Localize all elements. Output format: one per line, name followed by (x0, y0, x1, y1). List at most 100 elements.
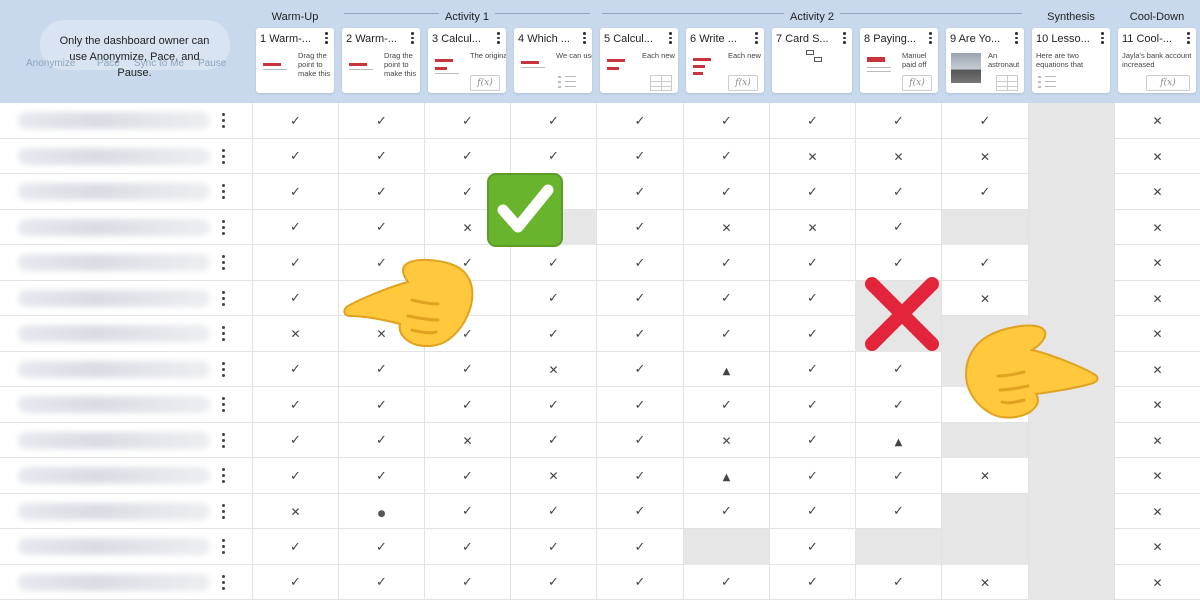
progress-cell[interactable] (510, 458, 596, 494)
progress-cell[interactable] (424, 103, 510, 139)
screen-card-2[interactable]: 2 Warm-... Drag the point to make this (342, 28, 420, 93)
anonymized-student-name[interactable] (18, 573, 210, 591)
progress-cell[interactable] (769, 529, 855, 565)
more-vertical-icon[interactable] (583, 32, 587, 45)
progress-cell[interactable] (941, 422, 1028, 458)
sync-to-me-control[interactable]: Sync to Me (134, 58, 184, 69)
anonymized-student-name[interactable] (18, 467, 210, 484)
screen-card-5[interactable]: 5 Calcul... Each new (600, 28, 678, 93)
progress-cell[interactable] (338, 458, 424, 494)
progress-cell[interactable] (683, 493, 769, 529)
student-more-icon[interactable] (222, 255, 226, 271)
progress-cell[interactable] (683, 174, 769, 210)
progress-cell[interactable] (683, 138, 769, 174)
anonymized-student-name[interactable] (18, 431, 210, 449)
progress-cell[interactable] (424, 564, 510, 600)
student-more-icon[interactable] (222, 184, 226, 200)
student-more-icon[interactable] (222, 468, 226, 484)
progress-cell[interactable] (510, 138, 596, 174)
anonymized-student-name[interactable] (18, 112, 210, 129)
progress-cell[interactable] (683, 564, 769, 600)
progress-cell[interactable] (252, 138, 338, 174)
progress-cell[interactable] (855, 387, 941, 423)
progress-cell[interactable] (683, 422, 769, 458)
progress-cell[interactable] (252, 458, 338, 494)
anonymized-student-name[interactable] (18, 218, 210, 236)
progress-cell[interactable] (338, 103, 424, 139)
progress-cell[interactable] (769, 422, 855, 458)
anonymized-student-name[interactable] (18, 538, 210, 555)
progress-cell[interactable] (596, 103, 683, 139)
progress-cell[interactable] (596, 174, 683, 210)
student-more-icon[interactable] (222, 539, 226, 555)
progress-cell[interactable] (252, 280, 338, 316)
progress-cell[interactable] (252, 209, 338, 245)
progress-cell[interactable] (683, 529, 769, 565)
progress-cell[interactable] (769, 493, 855, 529)
progress-cell[interactable] (338, 245, 424, 281)
progress-cell[interactable] (596, 351, 683, 387)
progress-cell[interactable] (338, 351, 424, 387)
progress-cell[interactable] (855, 493, 941, 529)
progress-cell[interactable] (596, 245, 683, 281)
progress-cell[interactable] (510, 103, 596, 139)
progress-cell[interactable] (338, 209, 424, 245)
more-vertical-icon[interactable] (1015, 32, 1019, 45)
progress-cell[interactable] (1114, 138, 1200, 174)
progress-cell[interactable] (1114, 245, 1200, 281)
progress-cell[interactable] (855, 422, 941, 458)
pace-control[interactable]: Pace (97, 58, 120, 69)
progress-cell[interactable] (941, 387, 1028, 423)
progress-cell[interactable] (941, 529, 1028, 565)
progress-cell[interactable] (424, 245, 510, 281)
progress-cell[interactable] (252, 564, 338, 600)
progress-cell[interactable] (596, 138, 683, 174)
screen-card-4[interactable]: 4 Which ... We can use (514, 28, 592, 93)
progress-cell[interactable] (769, 280, 855, 316)
progress-cell[interactable] (1114, 174, 1200, 210)
progress-cell[interactable] (596, 493, 683, 529)
progress-cell[interactable] (769, 174, 855, 210)
progress-cell[interactable] (338, 174, 424, 210)
progress-cell[interactable] (424, 529, 510, 565)
progress-cell[interactable] (769, 245, 855, 281)
student-more-icon[interactable] (222, 503, 226, 520)
progress-cell[interactable] (424, 316, 510, 352)
progress-cell[interactable] (855, 138, 941, 174)
progress-cell[interactable] (1114, 422, 1200, 458)
progress-cell[interactable] (1114, 280, 1200, 316)
more-vertical-icon[interactable] (1101, 32, 1105, 45)
progress-cell[interactable] (941, 138, 1028, 174)
progress-cell[interactable] (941, 351, 1028, 387)
more-vertical-icon[interactable] (497, 32, 501, 45)
progress-cell[interactable] (510, 422, 596, 458)
progress-cell[interactable] (855, 245, 941, 281)
student-more-icon[interactable] (222, 219, 226, 236)
screen-card-10[interactable]: 10 Lesso... Here are two equations that (1032, 28, 1110, 93)
progress-cell[interactable] (941, 209, 1028, 245)
progress-cell[interactable] (510, 529, 596, 565)
progress-cell[interactable] (338, 280, 424, 316)
progress-cell[interactable] (1114, 351, 1200, 387)
progress-cell[interactable] (252, 422, 338, 458)
screen-card-8[interactable]: 8 Paying... Manuel paid off f(x) (860, 28, 938, 93)
progress-cell[interactable] (769, 387, 855, 423)
progress-cell[interactable] (1114, 103, 1200, 139)
progress-cell[interactable] (252, 174, 338, 210)
progress-cell[interactable] (252, 103, 338, 139)
progress-cell[interactable] (424, 493, 510, 529)
progress-cell[interactable] (683, 209, 769, 245)
progress-cell[interactable] (252, 493, 338, 529)
student-more-icon[interactable] (222, 397, 226, 413)
progress-cell[interactable] (596, 387, 683, 423)
progress-cell[interactable] (769, 209, 855, 245)
more-vertical-icon[interactable] (843, 32, 847, 45)
progress-cell[interactable] (683, 351, 769, 387)
screen-card-7[interactable]: 7 Card S... (772, 28, 852, 93)
more-vertical-icon[interactable] (755, 32, 759, 45)
progress-cell[interactable] (424, 209, 510, 245)
progress-cell[interactable] (596, 458, 683, 494)
anonymized-student-name[interactable] (18, 502, 210, 520)
progress-cell[interactable] (941, 245, 1028, 281)
progress-cell[interactable] (510, 280, 596, 316)
